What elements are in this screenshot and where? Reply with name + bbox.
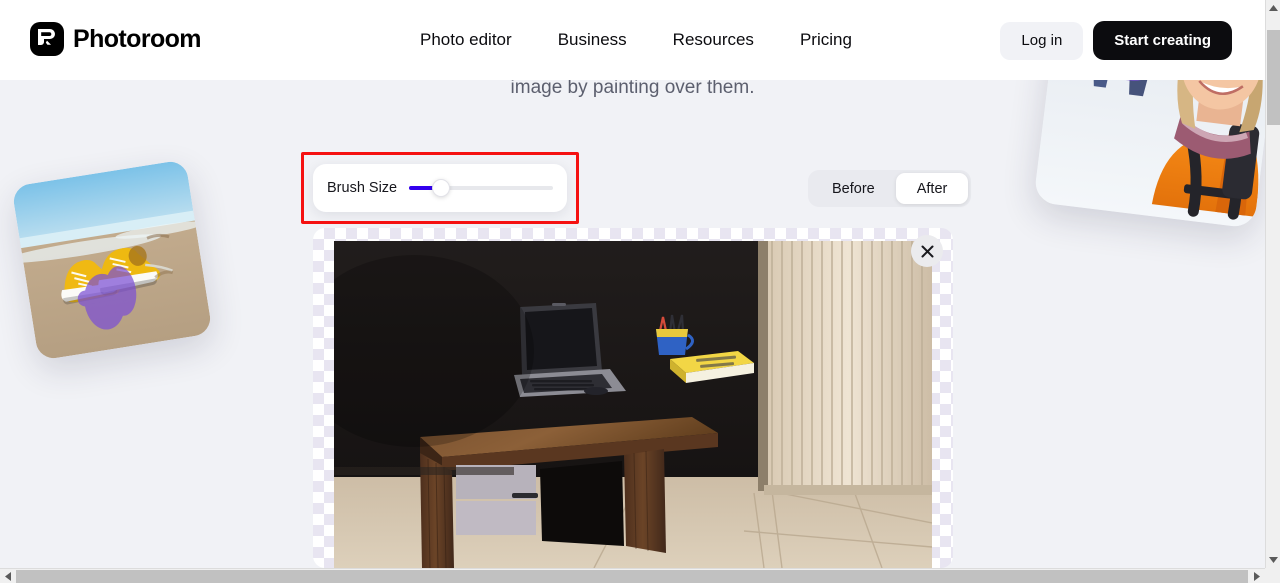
- nav-item-business[interactable]: Business: [535, 28, 650, 52]
- slider-thumb[interactable]: [431, 179, 450, 197]
- brand-logo[interactable]: Photoroom: [30, 22, 202, 56]
- scrollbar-corner: [1265, 568, 1280, 583]
- start-creating-button[interactable]: Start creating: [1093, 21, 1232, 60]
- nav-item-photo-editor[interactable]: Photo editor: [420, 28, 535, 52]
- photoroom-logo-icon: [30, 22, 64, 56]
- site-header: Photoroom Photo editor Business Resource…: [0, 0, 1265, 80]
- nav-item-pricing[interactable]: Pricing: [777, 28, 875, 52]
- desk-photo: [334, 241, 932, 568]
- vertical-scrollbar[interactable]: [1265, 0, 1280, 568]
- close-button[interactable]: [911, 235, 943, 267]
- horizontal-scrollbar-thumb[interactable]: [16, 570, 1248, 583]
- before-after-toggle: Before After: [808, 170, 972, 207]
- page-root: image by painting over them. Brush Size …: [0, 0, 1280, 583]
- scroll-right-arrow-icon[interactable]: [1249, 569, 1265, 583]
- scroll-up-arrow-icon[interactable]: [1266, 0, 1280, 16]
- shoes-photo: [11, 159, 213, 361]
- floating-card-shoes: [11, 159, 213, 361]
- vertical-scrollbar-thumb[interactable]: [1267, 30, 1280, 125]
- main-navigation: Photo editor Business Resources Pricing: [420, 28, 875, 52]
- login-button[interactable]: Log in: [1000, 21, 1084, 60]
- brush-size-slider[interactable]: [409, 178, 553, 198]
- scroll-left-arrow-icon[interactable]: [0, 569, 16, 583]
- header-actions: Log in Start creating: [1000, 21, 1232, 60]
- toggle-option-after[interactable]: After: [895, 173, 969, 204]
- canvas-image: [334, 241, 932, 568]
- horizontal-scrollbar[interactable]: [0, 568, 1280, 583]
- scroll-down-arrow-icon[interactable]: [1266, 552, 1280, 568]
- brush-size-label: Brush Size: [327, 180, 398, 196]
- brush-size-panel: Brush Size: [313, 164, 567, 212]
- close-icon: [921, 245, 933, 257]
- nav-item-resources[interactable]: Resources: [650, 28, 777, 52]
- editor-canvas[interactable]: [313, 228, 953, 568]
- brand-name: Photoroom: [73, 25, 202, 53]
- toggle-option-before[interactable]: Before: [811, 173, 896, 204]
